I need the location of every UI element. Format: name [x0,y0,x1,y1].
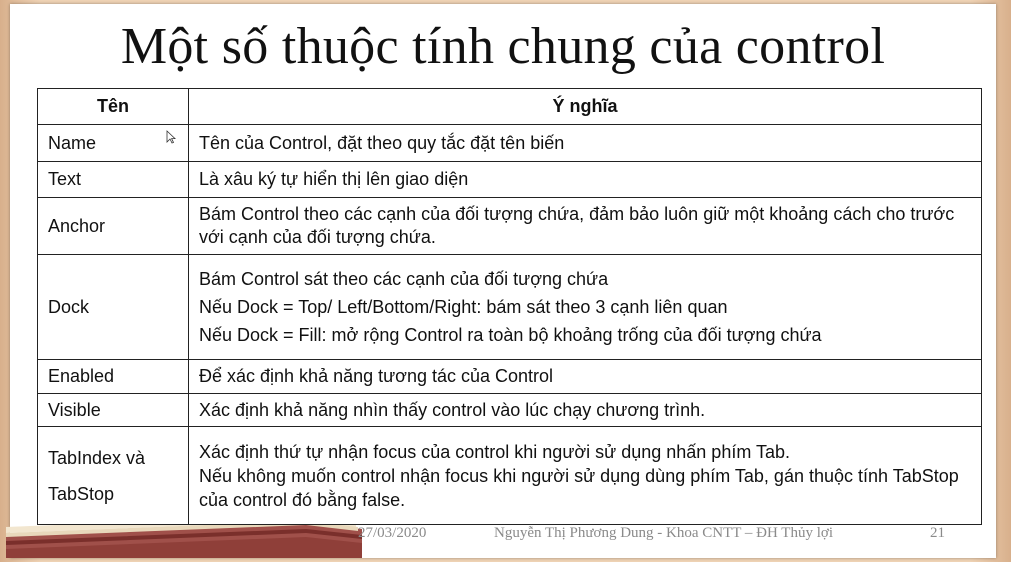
footer-date: 27/03/2020 [358,525,427,541]
property-name: Anchor [37,197,189,255]
table-row: Enabled Để xác định khả năng tương tác c… [37,359,982,394]
slide-title: Một số thuộc tính chung của control [120,18,886,75]
description-text: Bám Control theo các cạnh của đối tượng … [199,204,955,247]
property-name: Text [37,161,189,198]
column-header-meaning: Ý nghĩa [188,88,982,125]
table-row: Text Là xâu ký tự hiển thị lên giao diện [37,161,982,198]
column-header-name: Tên [37,88,189,125]
description-line: Nếu Dock = Fill: mở rộng Control ra toàn… [199,325,822,345]
property-description: Xác định thứ tự nhận focus của control k… [188,426,982,525]
property-description: Bám Control theo các cạnh của đối tượng … [188,197,982,255]
table-row: Name Tên của Control, đặt theo quy tắc đ… [37,124,982,162]
description-line: Bám Control sát theo các cạnh của đối tư… [199,269,609,289]
property-name-line: TabStop [48,483,115,504]
mouse-pointer-icon [166,130,177,144]
property-description: Tên của Control, đặt theo quy tắc đặt tê… [188,124,982,162]
table-header-row: Tên Ý nghĩa [37,88,982,125]
table-row: Dock Bám Control sát theo các cạnh của đ… [37,254,982,360]
description-line: Nếu không muốn control nhận focus khi ng… [199,465,959,510]
description-line: Nếu Dock = Top/ Left/Bottom/Right: bám s… [199,297,728,317]
table-row: Anchor Bám Control theo các cạnh của đối… [37,197,982,255]
property-name: Dock [37,254,189,360]
footer-author: Nguyễn Thị Phương Dung - Khoa CNTT – ĐH … [494,525,833,541]
table-row: TabIndex và TabStop Xác định thứ tự nhận… [37,426,982,525]
property-name: TabIndex và TabStop [37,426,189,525]
properties-table: Tên Ý nghĩa Name Tên của Control, đặt th… [37,88,982,525]
property-description: Để xác định khả năng tương tác của Contr… [188,359,982,394]
description-line: Xác định thứ tự nhận focus của control k… [199,441,791,462]
property-name: Enabled [37,359,189,394]
property-description: Là xâu ký tự hiển thị lên giao diện [188,161,982,198]
property-description: Bám Control sát theo các cạnh của đối tư… [188,254,982,360]
property-name: Visible [37,393,189,427]
table-row: Visible Xác định khả năng nhìn thấy cont… [37,393,982,427]
property-name-line: TabIndex và [48,447,146,468]
property-description: Xác định khả năng nhìn thấy control vào … [188,393,982,427]
footer-page-number: 21 [930,525,945,541]
